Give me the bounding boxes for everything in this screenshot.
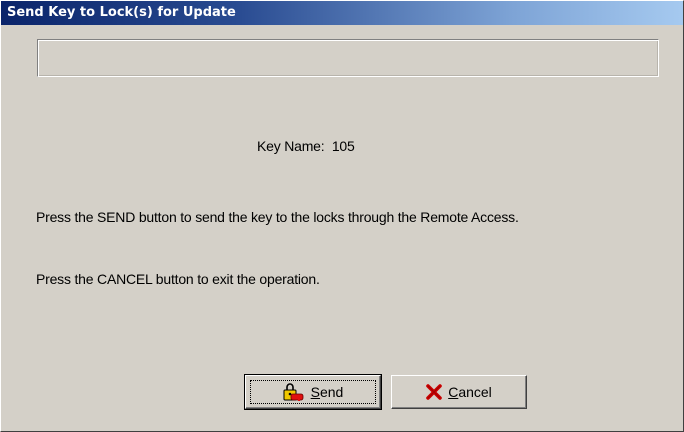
window-title: Send Key to Lock(s) for Update	[7, 5, 236, 20]
cancel-instruction-text: Press the CANCEL button to exit the oper…	[36, 271, 320, 287]
key-lock-icon	[283, 382, 305, 402]
red-x-icon	[426, 384, 443, 400]
status-field	[37, 39, 659, 77]
key-name-label: Key Name:	[257, 138, 325, 154]
send-instruction-text: Press the SEND button to send the key to…	[36, 209, 519, 225]
key-name-row: Key Name: 105	[257, 138, 355, 154]
title-bar[interactable]: Send Key to Lock(s) for Update	[1, 1, 683, 25]
send-button[interactable]: Send	[244, 374, 382, 410]
send-button-label: Send	[310, 384, 344, 400]
send-key-dialog: Send Key to Lock(s) for Update Key Name:…	[0, 0, 684, 432]
cancel-button[interactable]: Cancel	[391, 375, 527, 409]
cancel-button-label: Cancel	[448, 384, 492, 400]
key-name-value: 105	[331, 138, 355, 154]
